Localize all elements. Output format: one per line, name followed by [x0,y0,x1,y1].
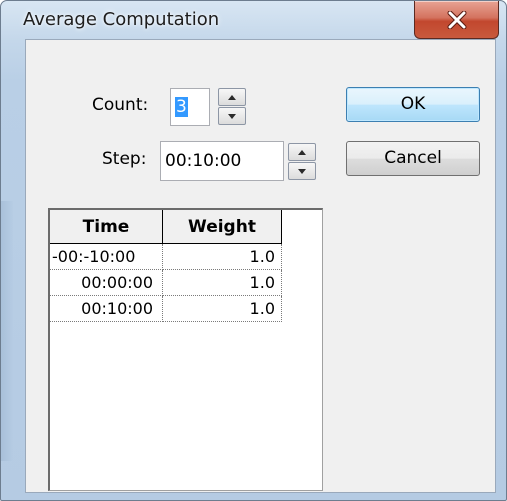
table-cell-weight[interactable]: 1.0 [163,244,282,270]
weights-table: Time Weight -00:-10:00 1.0 00:00:00 1.0 … [48,208,323,491]
dialog-client-area: Count: 3 Step: 00:10:00 OK Cancel Time W… [25,39,496,493]
column-header-weight[interactable]: Weight [163,210,282,244]
table-cell-time[interactable]: 00:10:00 [50,296,163,322]
table-cell-time[interactable]: -00:-10:00 [50,244,163,270]
count-spin-up-button[interactable] [218,88,246,106]
step-input[interactable]: 00:10:00 [160,141,284,181]
title-bar[interactable]: Average Computation [1,1,506,39]
table-cell-weight[interactable]: 1.0 [163,270,282,296]
step-spin-up-button[interactable] [288,143,316,161]
step-value: 00:10:00 [165,151,242,171]
spin-down-icon [298,169,306,174]
count-value: 3 [175,97,188,117]
count-input[interactable]: 3 [170,88,210,126]
count-spin-down-button[interactable] [218,107,246,125]
dialog-window: Average Computation Count: 3 Step: 00:10… [0,0,507,501]
column-header-time[interactable]: Time [50,210,163,244]
spin-down-icon [228,114,236,119]
window-title: Average Computation [23,9,220,30]
cancel-button[interactable]: Cancel [346,141,480,176]
spin-up-icon [228,95,236,100]
count-spinner[interactable] [218,88,246,126]
ok-button[interactable]: OK [346,87,480,122]
step-spinner[interactable] [288,143,316,181]
spin-up-icon [298,150,306,155]
table-cell-time[interactable]: 00:00:00 [50,270,163,296]
step-label: Step: [102,149,147,169]
table-cell-weight[interactable]: 1.0 [163,296,282,322]
close-icon [447,11,467,29]
close-button[interactable] [414,1,499,39]
step-spin-down-button[interactable] [288,162,316,180]
count-label: Count: [92,95,149,115]
